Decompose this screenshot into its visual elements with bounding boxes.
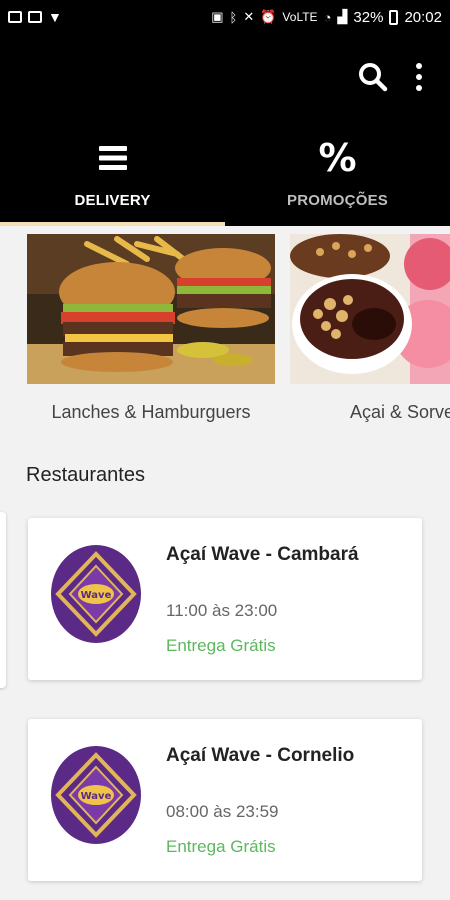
category-label: Lanches & Hamburguers	[51, 402, 251, 422]
status-left-icons: ▼	[8, 9, 62, 25]
clock: 20:02	[404, 8, 442, 26]
menu-icon	[98, 138, 128, 178]
lock-icon: ▣	[211, 9, 224, 24]
status-right-icons: ▣ ᛒ ✕ ⏰ VoLTE ◔ ▟ 32% 20:02	[211, 9, 442, 26]
restaurant-hours: 11:00 às 23:00	[166, 601, 278, 620]
kebab-dot	[416, 63, 422, 69]
percent-icon: %	[318, 136, 357, 180]
mute-icon: ✕	[243, 9, 255, 24]
svg-text:Wave: Wave	[81, 791, 112, 802]
battery-percent: 32%	[353, 8, 384, 26]
location-icon: ▼	[48, 9, 62, 25]
app-actions	[358, 62, 422, 92]
category-card-lanches[interactable]: Lanches & Hamburguers	[27, 234, 275, 423]
tab-delivery[interactable]: DELIVERY	[0, 130, 225, 226]
restaurant-logo: Wave	[51, 545, 141, 643]
more-options-button[interactable]	[416, 63, 422, 91]
restaurant-card[interactable]: Wave Açaí Wave - Cornelio 08:00 às 23:59…	[28, 719, 422, 881]
delivery-info: Entrega Grátis	[166, 636, 276, 655]
app-bar: DELIVERY % PROMOÇÕES	[0, 34, 450, 226]
category-carousel[interactable]: Lanches & Hamburguers Açai & Sorve	[0, 226, 450, 436]
delivery-info: Entrega Grátis	[166, 837, 276, 856]
svg-text:Wave: Wave	[81, 590, 112, 601]
search-icon	[359, 63, 388, 92]
category-card-acai[interactable]: Açai & Sorvetes	[290, 234, 450, 423]
network-type: VoLTE	[282, 10, 318, 24]
search-button[interactable]	[358, 62, 388, 92]
restaurant-logo: Wave	[51, 746, 141, 844]
gallery-icon	[8, 11, 22, 23]
tab-promocoes[interactable]: % PROMOÇÕES	[225, 130, 450, 226]
burger-image	[27, 234, 275, 384]
tab-bar: DELIVERY % PROMOÇÕES	[0, 130, 450, 226]
alarm-icon: ⏰	[260, 9, 277, 24]
acai-image	[290, 234, 450, 384]
restaurant-name: Açaí Wave - Cornelio	[166, 745, 355, 766]
percent-glyph: %	[318, 136, 357, 180]
monitor-icon	[28, 11, 42, 23]
wifi-icon: ◔	[323, 9, 332, 25]
restaurant-hours: 08:00 às 23:59	[166, 802, 279, 821]
restaurant-card[interactable]: Wave Açaí Wave - Cambará 11:00 às 23:00 …	[28, 518, 422, 680]
kebab-dot	[416, 74, 422, 80]
tab-delivery-label: DELIVERY	[74, 192, 151, 209]
restaurant-name: Açaí Wave - Cambará	[166, 544, 359, 565]
category-label: Açai & Sorvetes	[349, 402, 450, 422]
partial-card-edge	[0, 512, 6, 688]
kebab-dot	[416, 85, 422, 91]
bluetooth-icon: ᛒ	[229, 9, 238, 25]
signal-icon: ▟	[337, 9, 348, 24]
tab-promocoes-label: PROMOÇÕES	[287, 192, 388, 209]
battery-icon	[389, 9, 399, 25]
section-title-restaurantes: Restaurantes	[26, 464, 145, 486]
status-bar: ▼ ▣ ᛒ ✕ ⏰ VoLTE ◔ ▟ 32% 20:02	[0, 0, 450, 34]
